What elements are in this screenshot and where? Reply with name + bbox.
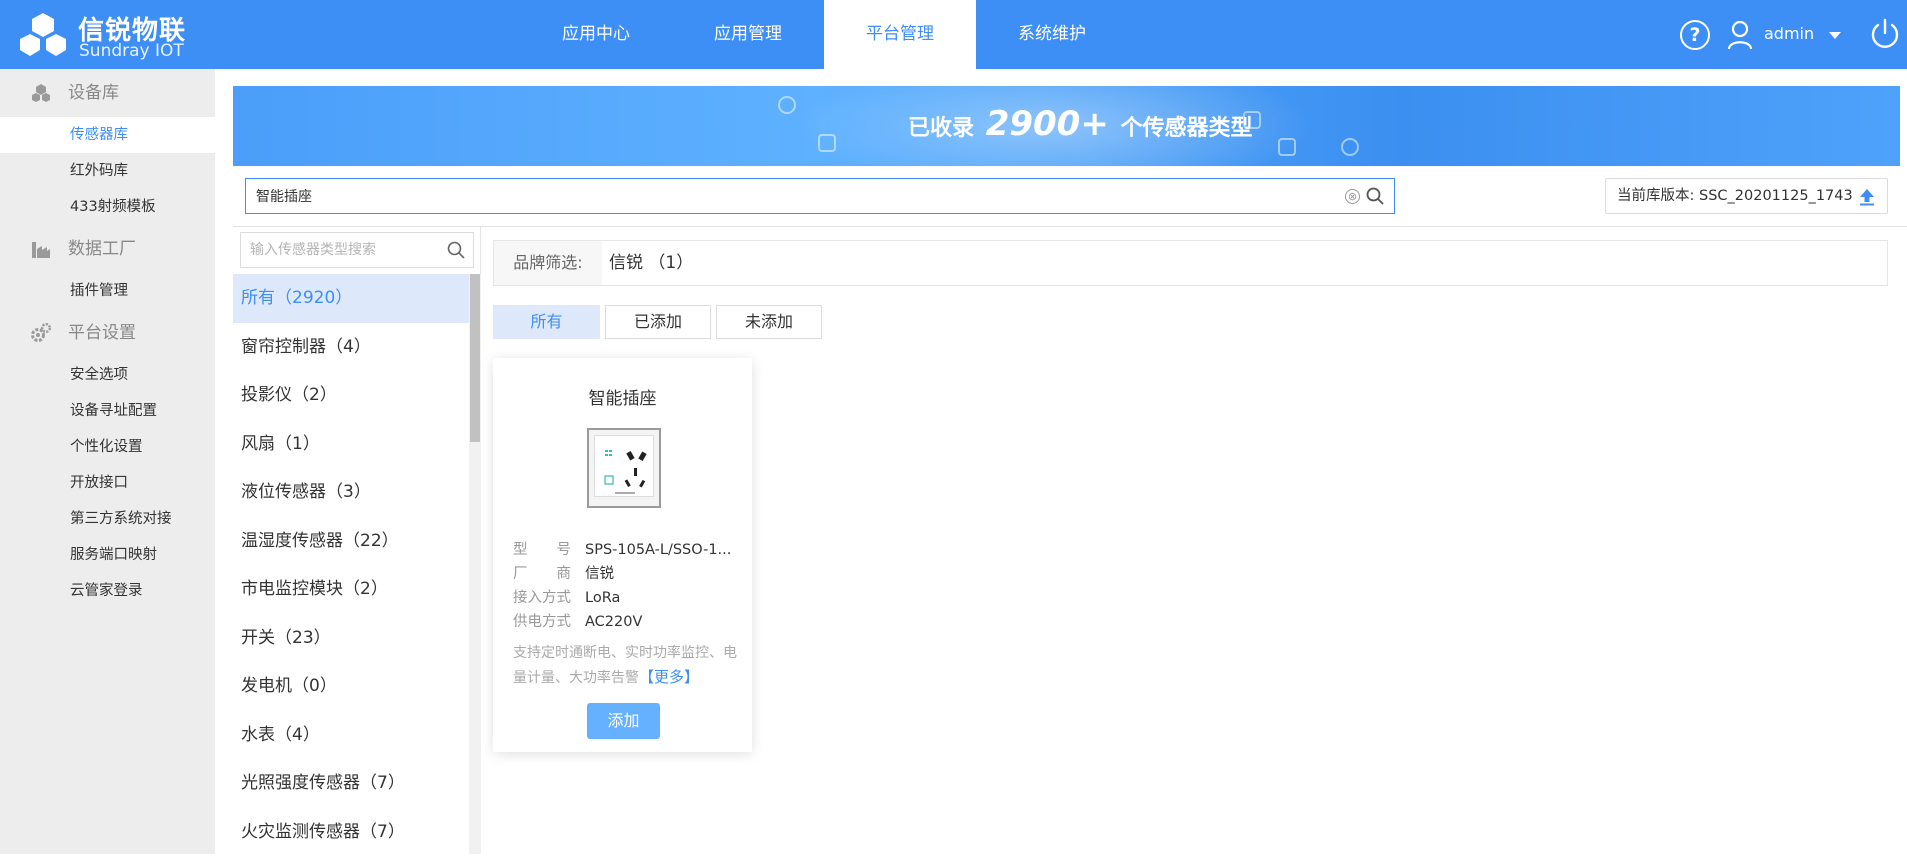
category-item[interactable]: 火灾监测传感器（7） [233, 808, 469, 856]
category-scrollbar[interactable] [469, 274, 481, 854]
sidebar-item-port-mapping[interactable]: 服务端口映射 [0, 537, 215, 573]
sidebar-item-personalization[interactable]: 个性化设置 [0, 429, 215, 465]
sidebar-group-device-library[interactable]: 设备库 [0, 69, 215, 117]
category-panel: 所有（2920） 窗帘控制器（4） 投影仪（2） 风扇（1） 液位传感器（3） … [233, 227, 481, 854]
sidebar: 设备库 传感器库 红外码库 433射频模板 数据工厂 插件管理 平台设置 安全选… [0, 69, 215, 854]
sensor-search-box: ⊗ [245, 178, 1395, 214]
username[interactable]: admin [1764, 24, 1814, 43]
brand-filter-option[interactable]: 信锐 （1） [609, 241, 693, 285]
sidebar-item-security-options[interactable]: 安全选项 [0, 357, 215, 393]
spec-power-supply: 供电方式AC220V [513, 610, 642, 631]
category-item[interactable]: 窗帘控制器（4） [233, 323, 469, 372]
spec-model: 型 号SPS-105A-L/SSO-1... [513, 538, 731, 559]
decoration-circle-icon [778, 96, 796, 114]
decoration-circle-icon [1341, 138, 1359, 156]
nav-app-center[interactable]: 应用中心 [520, 0, 672, 69]
decoration-square-icon [1278, 138, 1296, 156]
category-item[interactable]: 投影仪（2） [233, 371, 469, 420]
logo[interactable]: 信锐物联 Sundray IOT [18, 8, 218, 62]
sidebar-item-open-api[interactable]: 开放接口 [0, 465, 215, 501]
spec-key: 接入方式 [513, 586, 585, 607]
sidebar-item-device-addressing[interactable]: 设备寻址配置 [0, 393, 215, 429]
banner-prefix: 已收录 [908, 116, 974, 141]
spec-value: AC220V [585, 614, 642, 630]
category-search-box [240, 232, 474, 268]
brand-filter-label: 品牌筛选: [494, 241, 602, 285]
category-item[interactable]: 所有（2920） [233, 274, 469, 323]
sensor-search-input[interactable] [256, 179, 1336, 213]
library-version-label: 当前库版本: SSC_20201125_1743 [1617, 188, 1853, 204]
logo-mark-icon [18, 10, 68, 60]
socket-icon [595, 436, 655, 498]
scrollbar-thumb[interactable] [470, 274, 480, 442]
upload-icon[interactable] [1859, 188, 1875, 206]
cubes-icon [30, 82, 52, 104]
sidebar-group-label: 设备库 [68, 83, 119, 103]
category-item[interactable]: 液位传感器（3） [233, 468, 469, 517]
help-icon[interactable]: ? [1680, 20, 1710, 50]
nav-app-management[interactable]: 应用管理 [672, 0, 824, 69]
top-bar: 信锐物联 Sundray IOT 应用中心 应用管理 平台管理 系统维护 ? a… [0, 0, 1907, 69]
sidebar-group-data-factory[interactable]: 数据工厂 [0, 225, 215, 273]
spec-value: LoRa [585, 590, 620, 606]
sidebar-item-cloud-login[interactable]: 云管家登录 [0, 573, 215, 609]
sidebar-group-label: 数据工厂 [68, 239, 136, 259]
category-item[interactable]: 市电监控模块（2） [233, 565, 469, 614]
brand-filter: 品牌筛选: 信锐 （1） [493, 240, 1888, 286]
socket-face [594, 435, 654, 497]
category-search-input[interactable] [250, 233, 440, 267]
sidebar-item-433-rf-template[interactable]: 433射频模板 [0, 189, 215, 225]
logo-subtitle: Sundray IOT [79, 41, 184, 61]
factory-icon [30, 238, 52, 260]
clear-icon[interactable]: ⊗ [1345, 189, 1360, 204]
card-description-text: 支持定时通断电、实时功率监控、电量计量、大功率告警 [513, 645, 737, 686]
add-button[interactable]: 添加 [587, 703, 660, 739]
gears-icon [30, 322, 52, 344]
sensor-card[interactable]: 智能插座 型 号SPS-105A-L/SSO-1... 厂 商信锐 接入方式Lo… [493, 358, 752, 752]
category-item[interactable]: 开关（23） [233, 614, 469, 663]
library-version: 当前库版本: SSC_20201125_1743 [1605, 178, 1888, 214]
sidebar-item-plugin-management[interactable]: 插件管理 [0, 273, 215, 309]
spec-key: 型 号 [513, 538, 585, 559]
nav-platform-management[interactable]: 平台管理 [824, 0, 976, 69]
banner-suffix: 个传感器类型 [1120, 116, 1252, 141]
banner: 已收录 2900+ 个传感器类型 [233, 86, 1900, 166]
spec-value: SPS-105A-L/SSO-1... [585, 542, 731, 558]
category-item[interactable]: 光照强度传感器（7） [233, 759, 469, 808]
main-nav: 应用中心 应用管理 平台管理 系统维护 [520, 0, 1128, 69]
spec-access-method: 接入方式LoRa [513, 586, 620, 607]
tab-not-added[interactable]: 未添加 [716, 305, 822, 339]
nav-system-maintenance[interactable]: 系统维护 [976, 0, 1128, 69]
category-item[interactable]: 风扇（1） [233, 420, 469, 469]
sidebar-group-label: 平台设置 [68, 323, 136, 343]
search-icon[interactable] [447, 241, 465, 259]
category-list: 所有（2920） 窗帘控制器（4） 投影仪（2） 风扇（1） 液位传感器（3） … [233, 274, 469, 856]
card-description: 支持定时通断电、实时功率监控、电量计量、大功率告警【更多】 [513, 641, 738, 690]
tab-added[interactable]: 已添加 [605, 305, 711, 339]
sidebar-item-sensor-library[interactable]: 传感器库 [0, 117, 215, 153]
category-item[interactable]: 温湿度传感器（22） [233, 517, 469, 566]
user-icon[interactable] [1727, 20, 1753, 50]
spec-key: 厂 商 [513, 562, 585, 583]
sidebar-item-third-party[interactable]: 第三方系统对接 [0, 501, 215, 537]
search-icon[interactable] [1366, 187, 1384, 205]
spec-value: 信锐 [585, 566, 614, 582]
power-icon[interactable] [1869, 17, 1901, 51]
sidebar-item-ir-code-library[interactable]: 红外码库 [0, 153, 215, 189]
filter-tabs: 所有 已添加 未添加 [493, 305, 827, 339]
banner-count: 2900+ [986, 104, 1109, 144]
category-item[interactable]: 发电机（0） [233, 662, 469, 711]
card-title: 智能插座 [493, 384, 752, 409]
divider [233, 226, 1907, 227]
device-image [587, 428, 661, 508]
spec-vendor: 厂 商信锐 [513, 562, 614, 583]
category-item[interactable]: 水表（4） [233, 711, 469, 760]
more-link[interactable]: 【更多】 [639, 668, 699, 686]
spec-key: 供电方式 [513, 610, 585, 631]
tab-all[interactable]: 所有 [493, 305, 600, 339]
chevron-down-icon[interactable] [1829, 32, 1841, 39]
sidebar-group-platform-settings[interactable]: 平台设置 [0, 309, 215, 357]
decoration-square-icon [818, 134, 836, 152]
banner-headline: 已收录 2900+ 个传感器类型 [908, 104, 1253, 144]
